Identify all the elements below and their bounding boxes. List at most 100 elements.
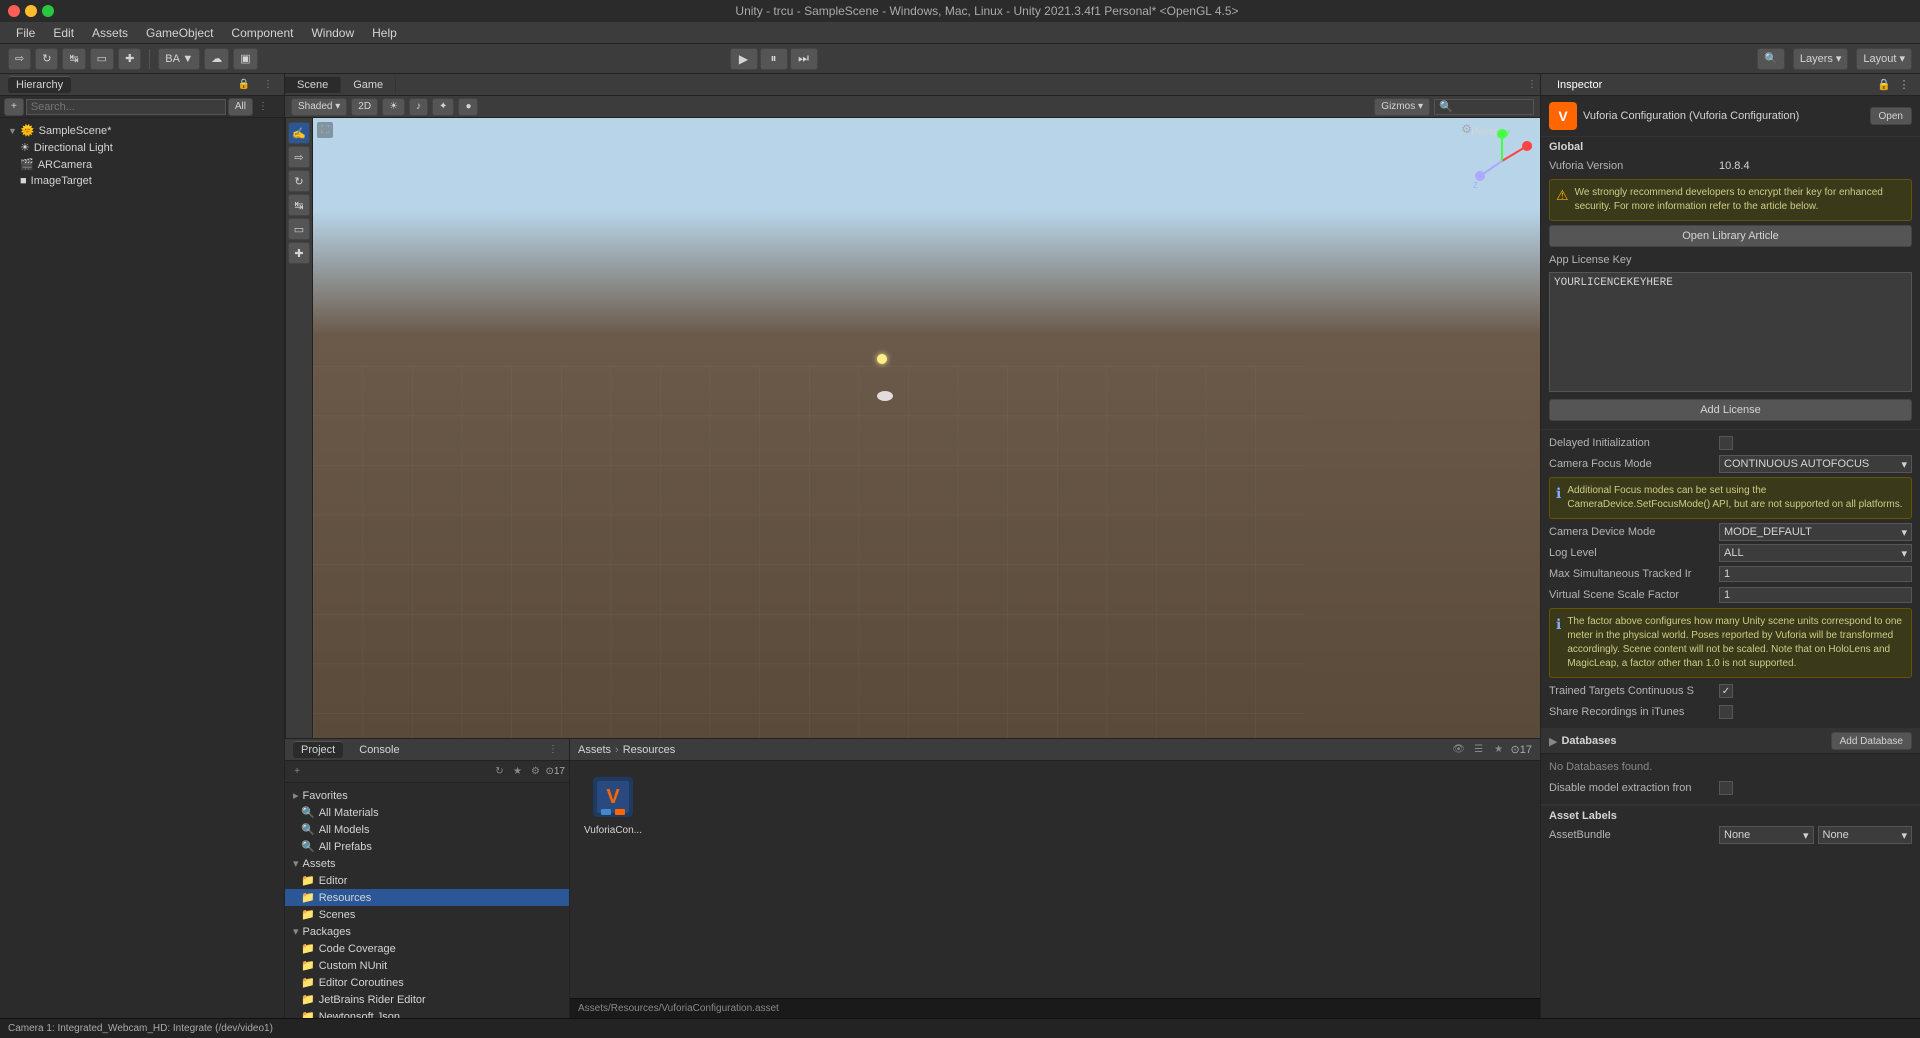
open-library-button[interactable]: Open Library Article xyxy=(1549,225,1912,247)
tree-all-models[interactable]: 🔍 All Models xyxy=(285,821,569,838)
tab-scene[interactable]: Scene xyxy=(285,77,341,93)
disable-model-checkbox[interactable] xyxy=(1719,781,1733,795)
max-tracked-input[interactable] xyxy=(1719,566,1912,582)
tab-console[interactable]: Console xyxy=(351,742,407,758)
hierarchy-imagetarget[interactable]: ■ ImageTarget xyxy=(0,173,284,189)
assets-sort-icon[interactable]: ☰ xyxy=(1471,742,1487,758)
menu-edit[interactable]: Edit xyxy=(45,24,82,42)
transform-all-tool[interactable]: ✚ xyxy=(118,48,141,70)
add-database-button[interactable]: Add Database xyxy=(1831,732,1912,750)
tree-assets[interactable]: ▾ Assets xyxy=(285,855,569,872)
inspector-more-icon[interactable]: ⋮ xyxy=(1896,77,1912,93)
collab-button[interactable]: ▣ xyxy=(233,48,257,70)
open-button[interactable]: Open xyxy=(1870,107,1912,125)
maximize-button[interactable] xyxy=(42,5,54,17)
assets-view-icon[interactable]: 👁 xyxy=(1451,742,1467,758)
tree-scenes[interactable]: 📁 Scenes xyxy=(285,906,569,923)
tool-move[interactable]: ⇨ xyxy=(288,146,310,168)
scene-gizmos-button[interactable]: Gizmos ▾ xyxy=(1374,98,1430,116)
transform-rect-tool[interactable]: ▭ xyxy=(90,48,114,70)
scene-2d-button[interactable]: 2D xyxy=(351,98,378,116)
tab-game[interactable]: Game xyxy=(341,77,396,93)
hierarchy-all-button[interactable]: All xyxy=(228,98,253,116)
tree-editor[interactable]: 📁 Editor xyxy=(285,872,569,889)
scene-shading-dropdown[interactable]: Shaded ▾ xyxy=(291,98,347,116)
search-button[interactable]: 🔍 xyxy=(1757,48,1785,70)
trained-targets-checkbox[interactable] xyxy=(1719,684,1733,698)
transform-move-tool[interactable]: ⇨ xyxy=(8,48,31,70)
menu-help[interactable]: Help xyxy=(364,24,405,42)
scene-settings-icon[interactable]: ⚙ xyxy=(1461,122,1472,136)
transform-scale-tool[interactable]: ↹ xyxy=(62,48,85,70)
virtual-scale-input[interactable] xyxy=(1719,587,1912,603)
scene-effects-button[interactable]: ✦ xyxy=(432,98,454,116)
hierarchy-scene[interactable]: ▼ 🌞 SampleScene* xyxy=(0,122,284,139)
camera-device-dropdown[interactable]: MODE_DEFAULT ▾ xyxy=(1719,523,1912,541)
hierarchy-add-button[interactable]: + xyxy=(4,98,24,116)
close-button[interactable] xyxy=(8,5,20,17)
tree-favorites[interactable]: ▸ Favorites xyxy=(285,787,569,804)
menu-file[interactable]: File xyxy=(8,24,43,42)
hierarchy-tab[interactable]: Hierarchy xyxy=(8,76,71,93)
log-level-dropdown[interactable]: ALL ▾ xyxy=(1719,544,1912,562)
asset-bundle-variant-dropdown[interactable]: None ▾ xyxy=(1818,826,1913,844)
tree-custom-nunit[interactable]: 📁 Custom NUnit xyxy=(285,957,569,974)
delayed-init-checkbox[interactable] xyxy=(1719,436,1733,450)
add-license-button[interactable]: Add License xyxy=(1549,399,1912,421)
share-recordings-checkbox[interactable] xyxy=(1719,705,1733,719)
step-button[interactable]: ⏭ xyxy=(790,48,818,70)
hierarchy-options-icon[interactable]: ⋮ xyxy=(260,77,276,93)
tool-scale[interactable]: ↹ xyxy=(288,194,310,216)
breadcrumb-resources[interactable]: Resources xyxy=(623,744,676,756)
inspector-lock-icon[interactable]: 🔒 xyxy=(1876,77,1892,93)
hierarchy-search-input[interactable] xyxy=(26,99,226,115)
menu-component[interactable]: Component xyxy=(223,24,301,42)
tree-newtonsoft[interactable]: 📁 Newtonsoft Json xyxy=(285,1008,569,1018)
tree-all-materials[interactable]: 🔍 All Materials xyxy=(285,804,569,821)
tool-transform[interactable]: ✚ xyxy=(288,242,310,264)
project-options-icon[interactable]: ⋮ xyxy=(545,742,561,758)
account-button[interactable]: BA ▼ xyxy=(158,48,200,70)
transform-rotate-tool[interactable]: ↻ xyxy=(35,48,58,70)
scene-maximize-button[interactable]: ⛶ xyxy=(317,122,333,138)
asset-bundle-dropdown[interactable]: None ▾ xyxy=(1719,826,1814,844)
scene-search-input[interactable]: 🔍 xyxy=(1434,99,1534,115)
project-star-icon[interactable]: ★ xyxy=(509,764,525,780)
project-add-icon[interactable]: + xyxy=(289,764,305,780)
gizmo-widget[interactable]: X Y Z xyxy=(1472,126,1532,196)
tree-resources[interactable]: 📁 Resources xyxy=(285,889,569,906)
tree-code-coverage[interactable]: 📁 Code Coverage xyxy=(285,940,569,957)
hierarchy-options2-icon[interactable]: ⋮ xyxy=(255,99,271,115)
tree-all-prefabs[interactable]: 🔍 All Prefabs xyxy=(285,838,569,855)
play-button[interactable]: ▶ xyxy=(730,48,758,70)
cloud-button[interactable]: ☁ xyxy=(204,48,229,70)
scene-audio-button[interactable]: ♪ xyxy=(409,98,428,116)
project-settings-icon[interactable]: ⚙ xyxy=(527,764,543,780)
menu-window[interactable]: Window xyxy=(303,24,362,42)
tree-editor-coroutines[interactable]: 📁 Editor Coroutines xyxy=(285,974,569,991)
tool-rect[interactable]: ▭ xyxy=(288,218,310,240)
asset-vuforia-config[interactable]: V VuforiaCon... xyxy=(578,769,648,990)
scene-hidden-button[interactable]: ● xyxy=(458,98,478,116)
minimize-button[interactable] xyxy=(25,5,37,17)
pause-button[interactable]: ⏸ xyxy=(760,48,788,70)
assets-star-icon[interactable]: ★ xyxy=(1491,742,1507,758)
tool-rotate[interactable]: ↻ xyxy=(288,170,310,192)
menu-assets[interactable]: Assets xyxy=(84,24,136,42)
databases-collapse[interactable]: ▶ Databases xyxy=(1549,735,1617,748)
inspector-tab[interactable]: Inspector xyxy=(1549,77,1610,93)
hierarchy-lock-icon[interactable]: 🔒 xyxy=(236,77,252,93)
menu-gameobject[interactable]: GameObject xyxy=(138,24,221,42)
license-textarea[interactable]: YOURLICENCEKEYHERE xyxy=(1549,272,1912,392)
layout-dropdown[interactable]: Layout ▾ xyxy=(1856,48,1912,70)
tree-jetbrains[interactable]: 📁 JetBrains Rider Editor xyxy=(285,991,569,1008)
project-sync-icon[interactable]: ↻ xyxy=(491,764,507,780)
breadcrumb-assets[interactable]: Assets xyxy=(578,744,611,756)
hierarchy-directional-light[interactable]: ☀ Directional Light xyxy=(0,139,284,156)
scene-lighting-button[interactable]: ☀ xyxy=(382,98,405,116)
tree-packages[interactable]: ▾ Packages xyxy=(285,923,569,940)
tool-hand[interactable]: ✍ xyxy=(288,122,310,144)
hierarchy-arcamera[interactable]: 🎬 ARCamera xyxy=(0,156,284,173)
layers-dropdown[interactable]: Layers ▾ xyxy=(1793,48,1849,70)
tab-project[interactable]: Project xyxy=(293,741,343,758)
